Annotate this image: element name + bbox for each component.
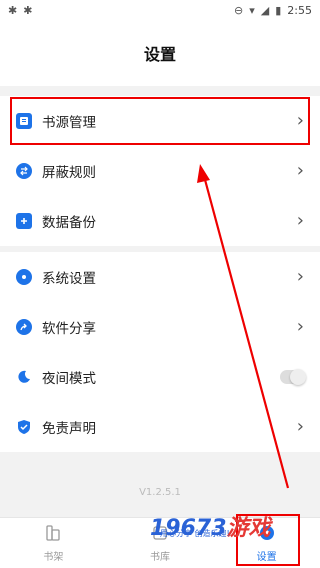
bookshelf-icon <box>44 524 62 546</box>
annotation-arrow <box>197 164 290 489</box>
tab-label: 书库 <box>150 551 170 563</box>
watermark-text: 游戏 <box>226 516 271 541</box>
tab-label: 书架 <box>43 551 64 563</box>
watermark-slogan: 用心分享 创造乐趣! <box>160 529 230 538</box>
tab-bookshelf[interactable]: 书架 <box>0 518 107 568</box>
